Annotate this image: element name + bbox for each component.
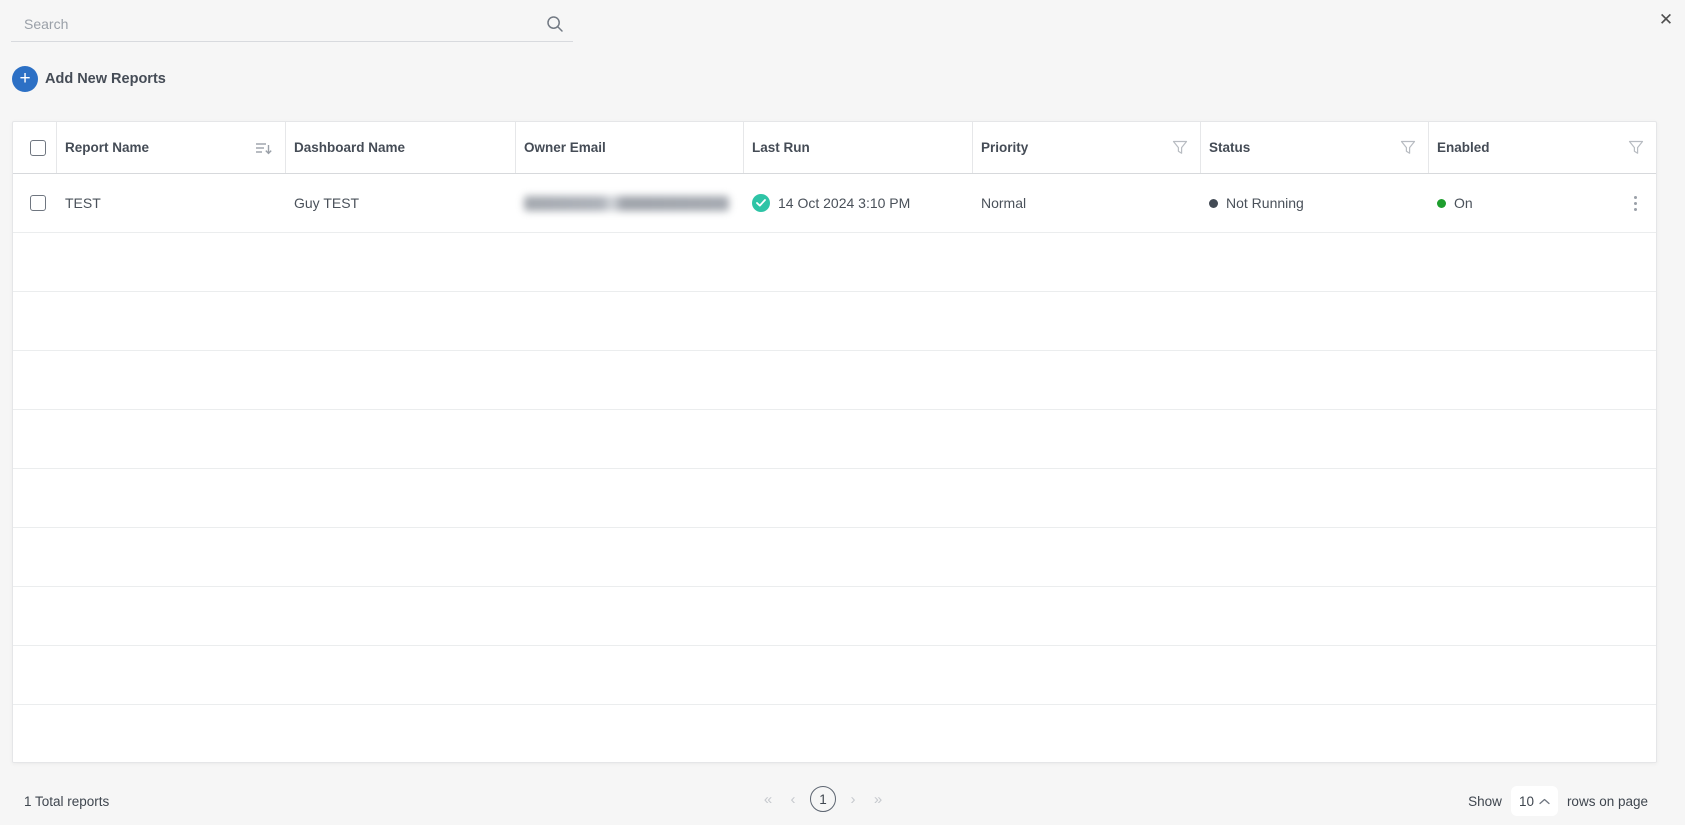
report-name-cell: TEST — [65, 195, 101, 211]
table-body: TEST Guy TEST 14 Oct 2024 3:10 PM Normal… — [13, 174, 1656, 762]
select-all-checkbox[interactable] — [30, 139, 46, 156]
enabled-cell: On — [1429, 195, 1656, 211]
column-header-status[interactable]: Status — [1201, 122, 1429, 173]
row-select-cell — [13, 195, 57, 211]
table-row-empty — [13, 646, 1656, 705]
table-row-empty — [13, 233, 1656, 292]
row-checkbox[interactable] — [30, 195, 46, 211]
table-row-empty — [13, 528, 1656, 587]
column-label: Owner Email — [524, 140, 606, 155]
table-row-empty — [13, 705, 1656, 762]
rows-on-page-label: rows on page — [1566, 793, 1648, 809]
close-icon[interactable]: ✕ — [1655, 8, 1677, 30]
column-label: Report Name — [65, 140, 150, 155]
column-label: Status — [1209, 140, 1251, 155]
reports-table: Report Name Dashboard Name Owner Email L… — [12, 121, 1657, 763]
rows-per-page-select[interactable]: 10 — [1510, 786, 1558, 816]
status-cell: Not Running — [1201, 195, 1429, 211]
dashboard-name-cell: Guy TEST — [294, 195, 360, 211]
owner-email-redacted — [524, 195, 729, 211]
column-header-dashboard-name[interactable]: Dashboard Name — [286, 122, 516, 173]
owner-email-cell — [516, 195, 744, 211]
search-bar — [11, 6, 573, 42]
last-run-value: 14 Oct 2024 3:10 PM — [778, 195, 911, 211]
add-new-reports-label: Add New Reports — [45, 71, 166, 87]
column-header-report-name[interactable]: Report Name — [57, 122, 286, 173]
priority-cell: Normal — [981, 195, 1027, 211]
status-value: Not Running — [1226, 195, 1304, 211]
pagination: « ‹ 1 › » — [760, 786, 886, 812]
column-label: Enabled — [1437, 140, 1490, 155]
column-label: Last Run — [752, 140, 810, 155]
last-run-cell: 14 Oct 2024 3:10 PM — [744, 194, 973, 212]
table-row-empty — [13, 292, 1656, 351]
enabled-dot-icon — [1437, 198, 1446, 208]
pagination-prev-icon[interactable]: ‹ — [785, 791, 801, 808]
pagination-last-icon[interactable]: » — [870, 791, 886, 808]
filter-icon[interactable] — [1172, 140, 1188, 156]
total-reports-label: 1 Total reports — [24, 794, 110, 809]
filter-icon[interactable] — [1628, 140, 1644, 156]
header-select-all — [13, 122, 57, 173]
plus-icon: + — [12, 66, 38, 92]
column-label: Dashboard Name — [294, 140, 406, 155]
table-row-empty — [13, 469, 1656, 528]
enabled-value: On — [1454, 195, 1473, 211]
search-icon[interactable] — [545, 14, 565, 34]
column-header-enabled[interactable]: Enabled — [1429, 122, 1656, 173]
table-row-empty — [13, 587, 1656, 646]
column-header-owner-email[interactable]: Owner Email — [516, 122, 744, 173]
row-actions-kebab-icon[interactable] — [1626, 192, 1644, 214]
chevron-up-icon — [1539, 798, 1550, 804]
show-label: Show — [1468, 793, 1502, 809]
pagination-first-icon[interactable]: « — [760, 791, 776, 808]
column-header-priority[interactable]: Priority — [973, 122, 1201, 173]
pagination-current-page[interactable]: 1 — [810, 786, 836, 812]
table-row[interactable]: TEST Guy TEST 14 Oct 2024 3:10 PM Normal… — [13, 174, 1656, 233]
sort-icon[interactable] — [255, 140, 273, 156]
rows-per-page: Show 10 rows on page — [1468, 786, 1648, 816]
rows-per-page-value: 10 — [1518, 793, 1534, 809]
table-header-row: Report Name Dashboard Name Owner Email L… — [13, 122, 1656, 174]
table-row-empty — [13, 351, 1656, 410]
add-new-reports-button[interactable]: + Add New Reports — [12, 66, 166, 92]
table-row-empty — [13, 410, 1656, 469]
pagination-next-icon[interactable]: › — [845, 791, 861, 808]
column-label: Priority — [981, 140, 1029, 155]
column-header-last-run[interactable]: Last Run — [744, 122, 973, 173]
check-circle-icon — [752, 194, 770, 212]
search-input[interactable] — [11, 15, 545, 32]
filter-icon[interactable] — [1400, 140, 1416, 156]
status-dot-icon — [1209, 198, 1218, 208]
